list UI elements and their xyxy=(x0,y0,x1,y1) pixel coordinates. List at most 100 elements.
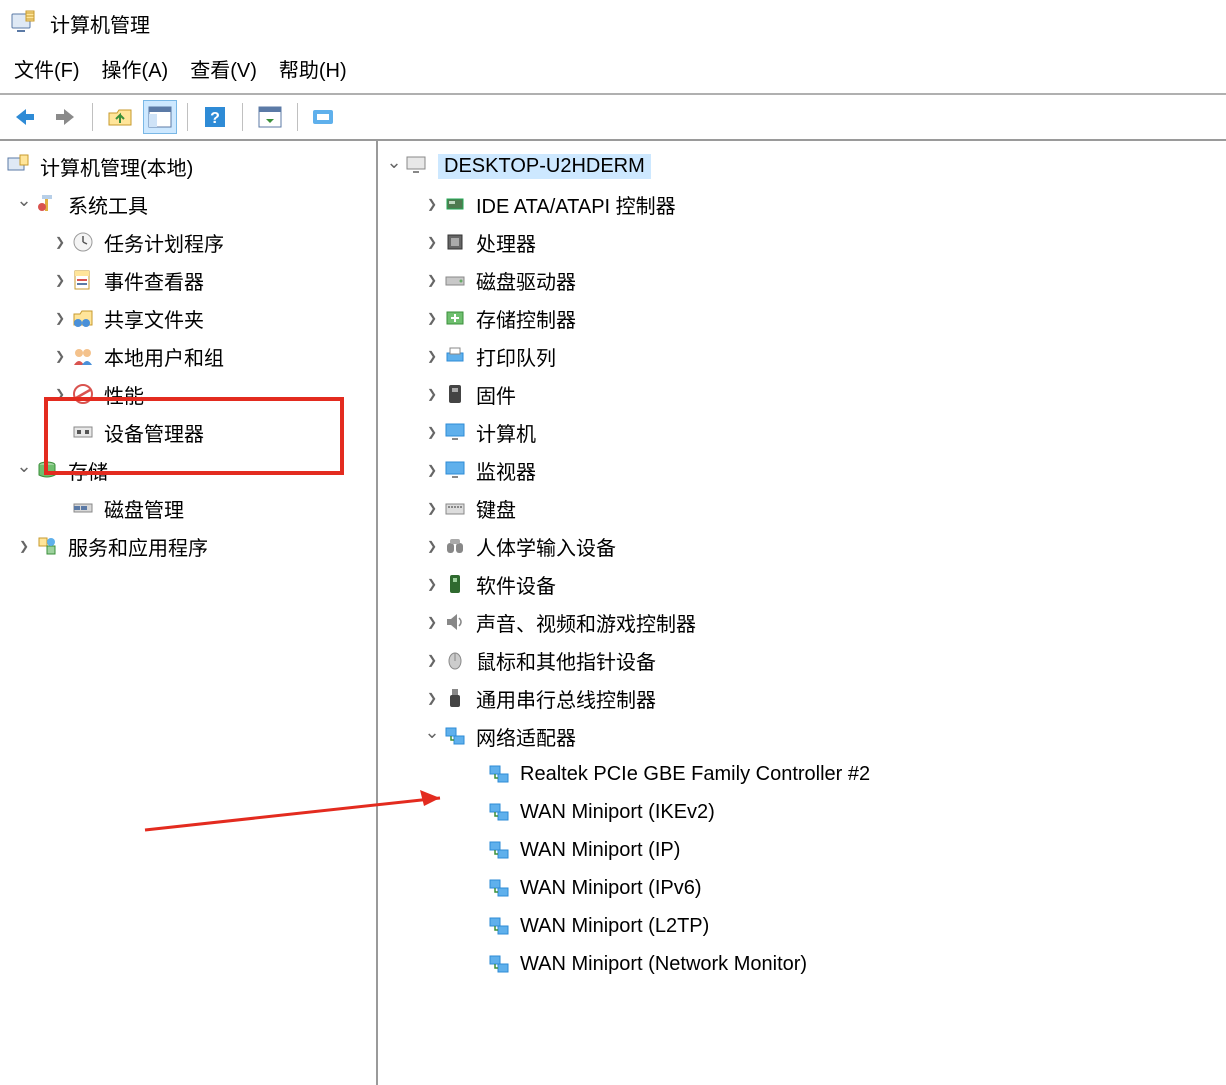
cat-storage-ctrl[interactable]: 存储控制器 xyxy=(378,299,1226,337)
disk-management-label: 磁盘管理 xyxy=(104,494,184,523)
tree-event-viewer[interactable]: 事件查看器 xyxy=(0,261,376,299)
chevron-right-icon[interactable] xyxy=(422,232,442,252)
refresh-button[interactable] xyxy=(253,100,287,134)
tree-system-tools[interactable]: 系统工具 xyxy=(0,185,376,223)
chevron-right-icon[interactable] xyxy=(422,498,442,518)
chevron-right-icon[interactable] xyxy=(422,536,442,556)
device-manager-label: 设备管理器 xyxy=(104,418,204,447)
back-button[interactable] xyxy=(8,100,42,134)
system-tools-label: 系统工具 xyxy=(68,190,148,219)
services-icon xyxy=(34,533,60,559)
nic-icon xyxy=(486,761,512,787)
adapter-item[interactable]: Realtek PCIe GBE Family Controller #2 xyxy=(378,755,1226,793)
tree-task-scheduler[interactable]: 任务计划程序 xyxy=(0,223,376,261)
menu-view[interactable]: 查看(V) xyxy=(190,54,257,83)
chevron-down-icon[interactable] xyxy=(14,460,34,480)
storage-icon xyxy=(34,457,60,483)
adapter-item[interactable]: WAN Miniport (IP) xyxy=(378,831,1226,869)
adapter-item[interactable]: WAN Miniport (L2TP) xyxy=(378,907,1226,945)
chevron-right-icon[interactable] xyxy=(422,422,442,442)
up-folder-button[interactable] xyxy=(103,100,137,134)
chevron-right-icon[interactable] xyxy=(422,346,442,366)
tree-performance[interactable]: 性能 xyxy=(0,375,376,413)
chevron-right-icon[interactable] xyxy=(422,270,442,290)
shared-folder-icon xyxy=(70,305,96,331)
chevron-right-icon[interactable] xyxy=(50,346,70,366)
chevron-right-icon[interactable] xyxy=(14,536,34,556)
chevron-right-icon[interactable] xyxy=(422,688,442,708)
cat-monitor[interactable]: 监视器 xyxy=(378,451,1226,489)
disk-drive-icon xyxy=(442,267,468,293)
adapter-item[interactable]: WAN Miniport (IKEv2) xyxy=(378,793,1226,831)
toolbar-separator xyxy=(297,103,298,131)
menubar: 文件(F) 操作(A) 查看(V) 帮助(H) xyxy=(0,46,1226,95)
cat-usb-label: 通用串行总线控制器 xyxy=(476,684,656,713)
chevron-right-icon[interactable] xyxy=(422,308,442,328)
cat-firmware[interactable]: 固件 xyxy=(378,375,1226,413)
tree-services-apps[interactable]: 服务和应用程序 xyxy=(0,527,376,565)
device-root[interactable]: DESKTOP-U2HDERM xyxy=(378,147,1226,185)
chevron-down-icon[interactable] xyxy=(422,726,442,746)
chevron-down-icon[interactable] xyxy=(14,194,34,214)
cat-keyboard-label: 键盘 xyxy=(476,494,516,523)
display-icon xyxy=(442,457,468,483)
chevron-right-icon[interactable] xyxy=(422,194,442,214)
tools-icon xyxy=(34,191,60,217)
chevron-right-icon[interactable] xyxy=(422,384,442,404)
adapter-label: WAN Miniport (IKEv2) xyxy=(520,801,715,824)
adapter-label: WAN Miniport (L2TP) xyxy=(520,915,709,938)
computer-management-icon xyxy=(10,9,38,37)
chevron-right-icon[interactable] xyxy=(50,270,70,290)
chevron-right-icon[interactable] xyxy=(50,384,70,404)
cat-usb[interactable]: 通用串行总线控制器 xyxy=(378,679,1226,717)
cat-computer[interactable]: 计算机 xyxy=(378,413,1226,451)
tree-root[interactable]: 计算机管理(本地) xyxy=(0,147,376,185)
chevron-down-icon[interactable] xyxy=(384,156,404,176)
tree-disk-management[interactable]: 磁盘管理 xyxy=(0,489,376,527)
show-hide-button[interactable] xyxy=(308,100,342,134)
cat-keyboard[interactable]: 键盘 xyxy=(378,489,1226,527)
cat-disk[interactable]: 磁盘驱动器 xyxy=(378,261,1226,299)
cat-ide-label: IDE ATA/ATAPI 控制器 xyxy=(476,190,676,219)
local-users-label: 本地用户和组 xyxy=(104,342,224,371)
tree-shared-folders[interactable]: 共享文件夹 xyxy=(0,299,376,337)
adapter-item[interactable]: WAN Miniport (Network Monitor) xyxy=(378,945,1226,983)
menu-help[interactable]: 帮助(H) xyxy=(279,54,347,83)
cat-network[interactable]: 网络适配器 xyxy=(378,717,1226,755)
tree-local-users[interactable]: 本地用户和组 xyxy=(0,337,376,375)
cat-cpu[interactable]: 处理器 xyxy=(378,223,1226,261)
chevron-right-icon[interactable] xyxy=(422,650,442,670)
tree-storage[interactable]: 存储 xyxy=(0,451,376,489)
adapter-label: Realtek PCIe GBE Family Controller #2 xyxy=(520,763,870,786)
window-title: 计算机管理 xyxy=(50,9,150,38)
services-apps-label: 服务和应用程序 xyxy=(68,532,208,561)
titlebar: 计算机管理 xyxy=(0,0,1226,46)
cat-ide[interactable]: IDE ATA/ATAPI 控制器 xyxy=(378,185,1226,223)
cat-network-label: 网络适配器 xyxy=(476,722,576,751)
chevron-right-icon[interactable] xyxy=(422,612,442,632)
cat-software-dev[interactable]: 软件设备 xyxy=(378,565,1226,603)
tree-device-manager[interactable]: 设备管理器 xyxy=(0,413,376,451)
menu-file[interactable]: 文件(F) xyxy=(14,54,80,83)
help-button[interactable]: ? xyxy=(198,100,232,134)
cat-mouse-label: 鼠标和其他指针设备 xyxy=(476,646,656,675)
chevron-right-icon[interactable] xyxy=(422,574,442,594)
menu-action[interactable]: 操作(A) xyxy=(102,54,169,83)
cat-mouse[interactable]: 鼠标和其他指针设备 xyxy=(378,641,1226,679)
properties-button[interactable] xyxy=(143,100,177,134)
software-device-icon xyxy=(442,571,468,597)
cat-print-queue[interactable]: 打印队列 xyxy=(378,337,1226,375)
cat-hid[interactable]: 人体学输入设备 xyxy=(378,527,1226,565)
adapter-item[interactable]: WAN Miniport (IPv6) xyxy=(378,869,1226,907)
forward-button[interactable] xyxy=(48,100,82,134)
cat-sound[interactable]: 声音、视频和游戏控制器 xyxy=(378,603,1226,641)
chevron-right-icon[interactable] xyxy=(50,232,70,252)
chevron-right-icon[interactable] xyxy=(422,460,442,480)
toolbar-separator xyxy=(187,103,188,131)
svg-text:?: ? xyxy=(210,110,220,127)
device-manager-icon xyxy=(70,419,96,445)
chevron-right-icon[interactable] xyxy=(50,308,70,328)
mouse-icon xyxy=(442,647,468,673)
left-tree-pane: 计算机管理(本地) 系统工具 任务计划程序 事件查看器 xyxy=(0,141,378,1085)
adapter-label: WAN Miniport (IPv6) xyxy=(520,877,702,900)
